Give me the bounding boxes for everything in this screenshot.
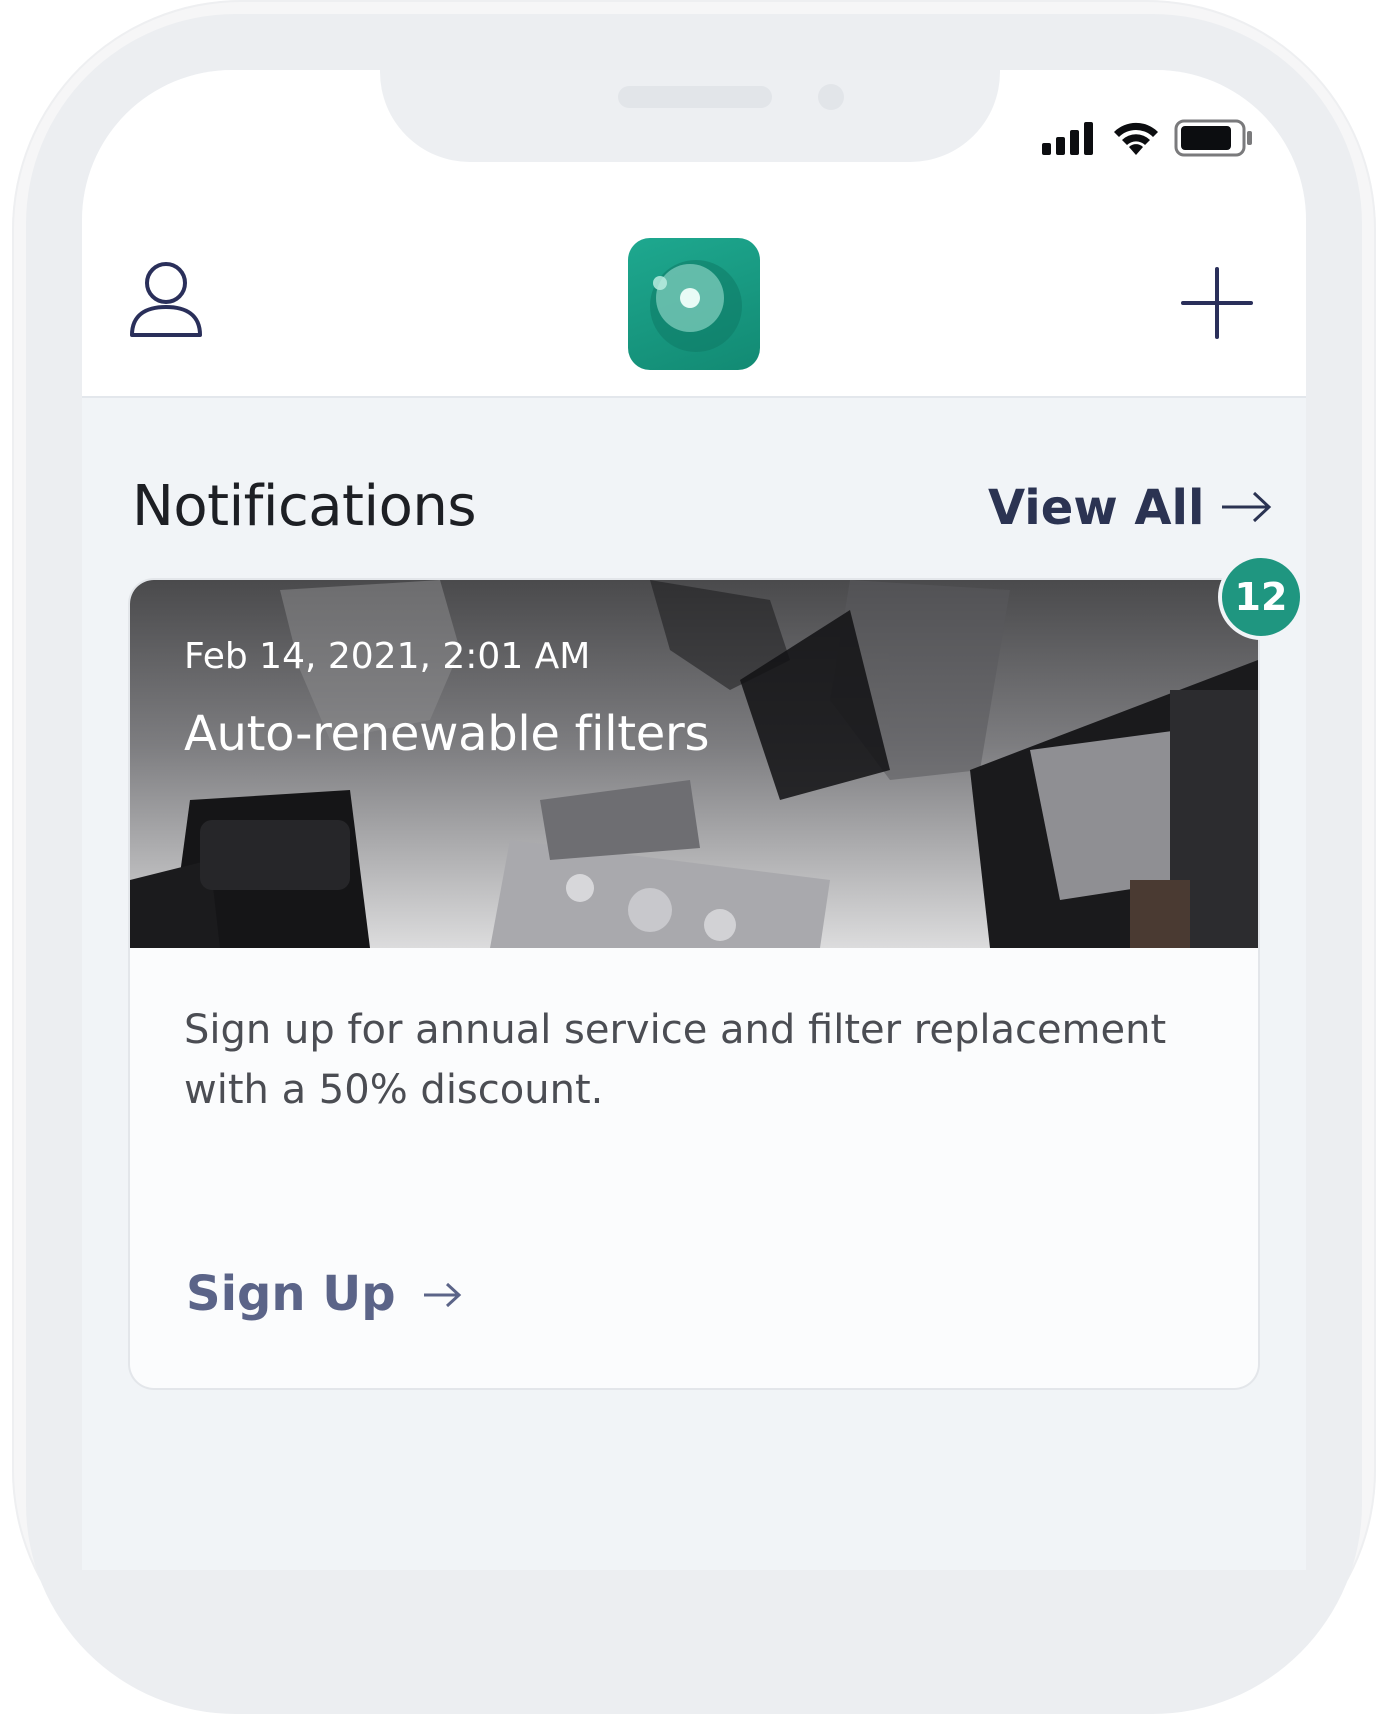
profile-button[interactable]: [126, 260, 206, 344]
notifications-heading: Notifications: [132, 474, 477, 539]
notification-body: Sign up for annual service and filter re…: [184, 1007, 1167, 1113]
app-logo: [628, 238, 760, 370]
view-all-label: View All: [988, 480, 1205, 536]
notification-card[interactable]: Feb 14, 2021, 2:01 AM Auto-renewable fil…: [130, 580, 1258, 1388]
coffee-machines-image: Feb 14, 2021, 2:01 AM Auto-renewable fil…: [130, 580, 1258, 948]
view-all-link[interactable]: View All: [988, 480, 1272, 536]
app-screen: Notifications View All Feb 14, 2021, 2:0…: [82, 70, 1306, 1570]
plus-icon: [1181, 267, 1253, 343]
top-app-bar: [82, 70, 1306, 398]
sign-up-label: Sign Up: [186, 1266, 396, 1322]
add-button[interactable]: [1178, 266, 1256, 344]
arrow-right-icon: [1220, 480, 1272, 536]
wifi-icon: [1112, 119, 1160, 161]
speaker-grille: [618, 86, 772, 108]
user-outline-icon: [129, 261, 203, 343]
sign-up-link[interactable]: Sign Up: [186, 1266, 462, 1322]
battery-icon: [1174, 119, 1254, 161]
device-notch: [380, 70, 1000, 162]
notification-title: Auto-renewable filters: [184, 706, 710, 762]
unread-count-badge: 12: [1218, 554, 1304, 640]
arrow-right-icon: [422, 1266, 462, 1322]
cellular-signal-icon: [1042, 121, 1098, 159]
front-camera: [818, 84, 844, 110]
notification-date: Feb 14, 2021, 2:01 AM: [184, 636, 591, 677]
status-bar: [1042, 118, 1254, 162]
